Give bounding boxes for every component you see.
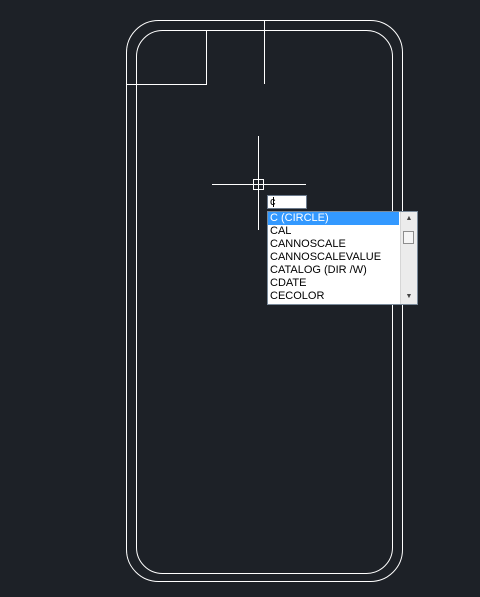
command-autocomplete-list[interactable]: C (CIRCLE) CAL CANNOSCALE CANNOSCALEVALU…: [267, 211, 418, 305]
drawing-canvas[interactable]: C (CIRCLE) CAL CANNOSCALE CANNOSCALEVALU…: [0, 0, 480, 597]
autocomplete-scrollbar[interactable]: ▲ ▼: [400, 212, 417, 304]
scrollbar-thumb[interactable]: [403, 231, 414, 244]
autocomplete-item[interactable]: CDATE: [268, 277, 399, 290]
text-caret: [273, 197, 274, 207]
autocomplete-item[interactable]: CANNOSCALEVALUE: [268, 251, 399, 264]
scroll-down-icon[interactable]: ▼: [401, 291, 417, 303]
autocomplete-item[interactable]: CAL: [268, 225, 399, 238]
autocomplete-item[interactable]: C (CIRCLE): [268, 212, 399, 225]
autocomplete-item[interactable]: CANNOSCALE: [268, 238, 399, 251]
scroll-up-icon[interactable]: ▲: [401, 213, 417, 225]
autocomplete-items: C (CIRCLE) CAL CANNOSCALE CANNOSCALEVALU…: [268, 212, 399, 303]
camera-cutout-line: [126, 30, 207, 85]
autocomplete-item[interactable]: CATALOG (DIR /W): [268, 264, 399, 277]
autocomplete-item[interactable]: CECOLOR: [268, 290, 399, 303]
